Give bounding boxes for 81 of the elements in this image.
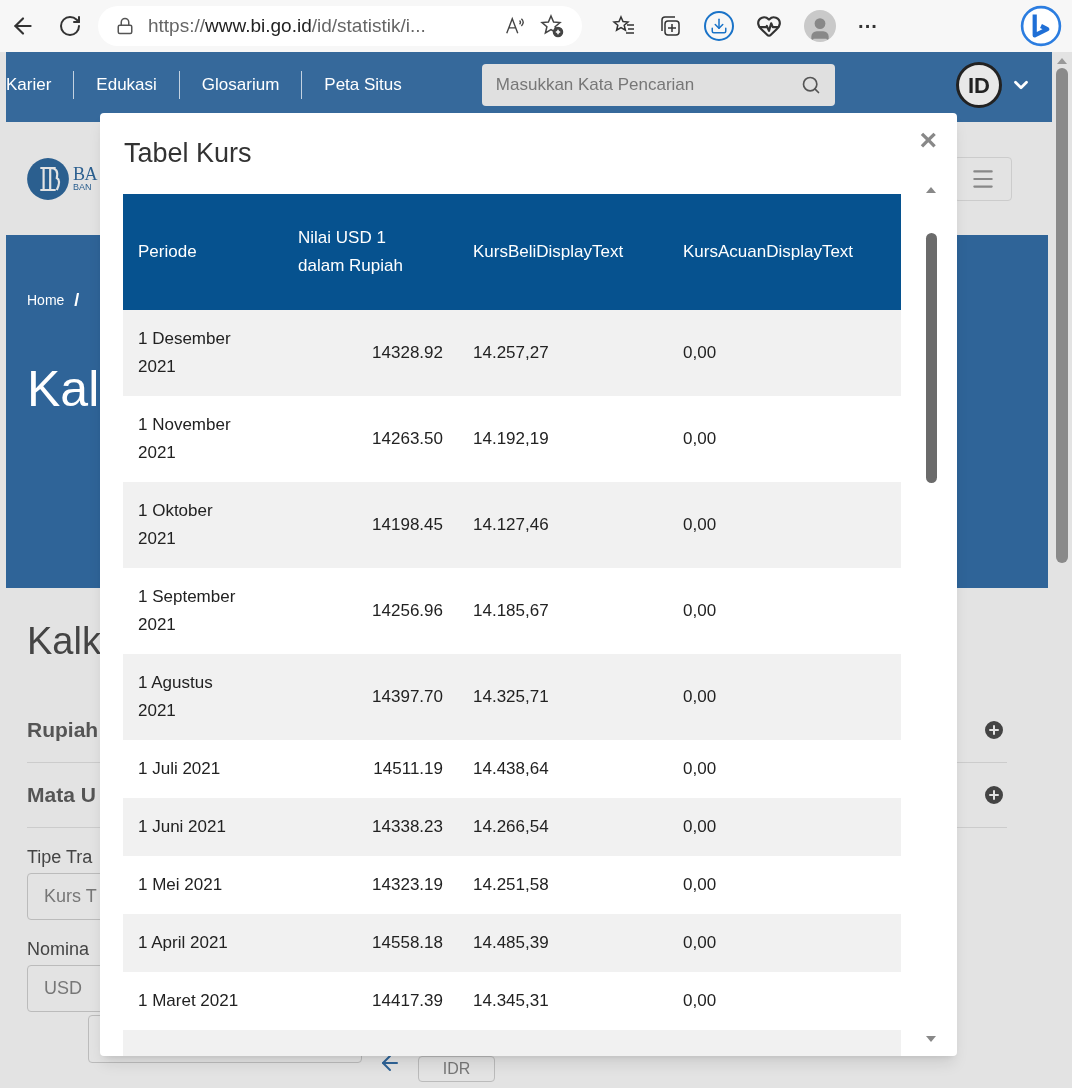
url-text: https://www.bi.go.id/id/statistik/i... [148,13,426,38]
expand-icon[interactable] [982,718,1006,742]
table-cell: 0,00 [683,933,717,952]
table-cell: 0,00 [683,515,717,534]
table-cell-text: 1 Juni 2021 [138,816,227,838]
address-bar[interactable]: https://www.bi.go.id/id/statistik/i... [98,6,582,46]
brand-name: BA [73,165,98,183]
hero-title: Kal [27,364,100,414]
table-cell: 14.257,27 [473,343,549,362]
nav-link[interactable]: Karier [6,72,52,98]
download-icon[interactable] [704,11,734,41]
table-cell-text: 1 Juli 2021 [138,758,222,780]
breadcrumb-separator: / [74,289,80,312]
table-cell: 14323.19 [372,875,443,894]
table-cell: 14.251,58 [473,875,549,894]
language-button[interactable]: ID [956,62,1002,108]
search-field[interactable]: Masukkan Kata Pencarian [481,64,835,106]
table-cell: 0,00 [683,687,717,706]
refresh-icon[interactable] [58,14,82,38]
table-cell: 14338.23 [372,817,443,836]
table-cell-text: 1 Desember 2021 [138,328,232,378]
table-cell: 14.345,31 [473,991,549,1010]
search-icon[interactable] [800,75,821,95]
table-cell: 14.438,64 [473,759,549,778]
table-cell: 14511.19 [373,759,443,778]
table-cell: 14558.18 [372,933,443,952]
table-cell: 14.266,54 [473,817,549,836]
table-cell-text: 1 November 2021 [138,414,232,464]
column-header[interactable]: KursAcuanDisplayText [683,238,854,266]
table-cell: 0,00 [683,429,717,448]
table-cell: 0,00 [683,759,717,778]
table-cell: 0,00 [683,601,717,620]
table-cell: 14328.92 [372,343,443,362]
lock-icon [116,17,134,35]
table-cell-text: 1 Mei 2021 [138,874,224,896]
column-header[interactable]: Periode [138,238,197,266]
table-cell: 14.127,46 [473,515,549,534]
more-menu-button[interactable]: ··· [858,11,878,41]
page-title: Kalk [27,622,101,660]
expand-icon[interactable] [982,783,1006,807]
brand-subtitle: BAN [73,183,93,192]
table-cell: 14417.39 [372,991,443,1010]
table-cell-text: 1 April 2021 [138,932,229,954]
table-cell: 14.185,67 [473,601,549,620]
table-cell: 0,00 [683,817,717,836]
table-cell: 14.192,19 [473,429,549,448]
nav-link[interactable]: Edukasi [96,72,157,98]
table-cell: 14397.70 [372,687,443,706]
bank-logo [26,156,70,201]
column-header[interactable]: Nilai USD 1 dalam Rupiah [298,224,430,280]
nav-link[interactable]: Glosarium [201,72,280,98]
accordion-title[interactable]: Rupiah [27,714,99,746]
scrollbar-thumb[interactable] [925,233,937,483]
scroll-up-icon[interactable] [926,187,936,193]
table-cell: 0,00 [683,875,717,894]
modal-title: Tabel Kurs [124,137,252,170]
nav-link[interactable]: Peta Situs [324,72,402,98]
scroll-down-icon[interactable] [926,1036,936,1042]
table-cell: 0,00 [683,991,717,1010]
table-cell: 14256.96 [372,601,443,620]
accordion-title[interactable]: Mata U [27,779,96,811]
field-label: Tipe Tra [27,846,93,869]
table-cell-text: 1 September 2021 [138,586,237,636]
star-add-icon[interactable] [540,14,564,38]
table-cell-text: 1 Maret 2021 [138,990,240,1012]
table-cell: 14.325,71 [473,687,549,706]
table-cell: 14263.50 [372,429,443,448]
scrollbar-thumb[interactable] [1056,68,1068,563]
table-cell-text: 1 Agustus 2021 [138,672,214,722]
profile-avatar[interactable] [804,10,836,42]
table-cell: 14.485,39 [473,933,549,952]
breadcrumb-link[interactable]: Home [27,290,65,311]
collections-icon[interactable] [658,14,682,38]
table-cell: 0,00 [683,343,717,362]
field-label: Nomina [27,938,90,961]
table-cell: 14198.45 [372,515,443,534]
table-cell-text: 1 Oktober 2021 [138,500,214,550]
chat-bubble-logo[interactable] [1020,5,1062,47]
column-header[interactable]: KursBeliDisplayText [473,238,624,266]
close-button[interactable]: × [919,125,937,155]
health-icon[interactable] [756,13,782,39]
